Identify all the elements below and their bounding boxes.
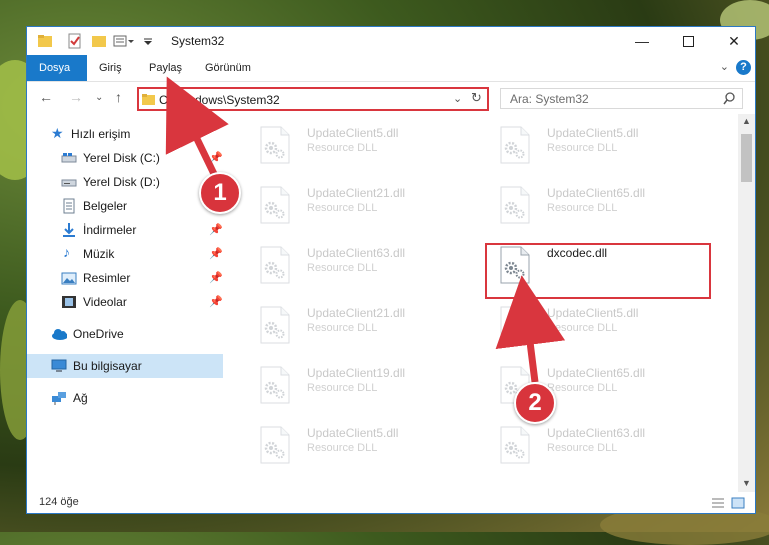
arrow-2: [495, 275, 566, 383]
arrow-1: [165, 76, 229, 178]
step-badge-2: 2: [514, 382, 556, 424]
step-badge-1: 1: [199, 172, 241, 214]
annotation-arrows: [165, 76, 566, 383]
